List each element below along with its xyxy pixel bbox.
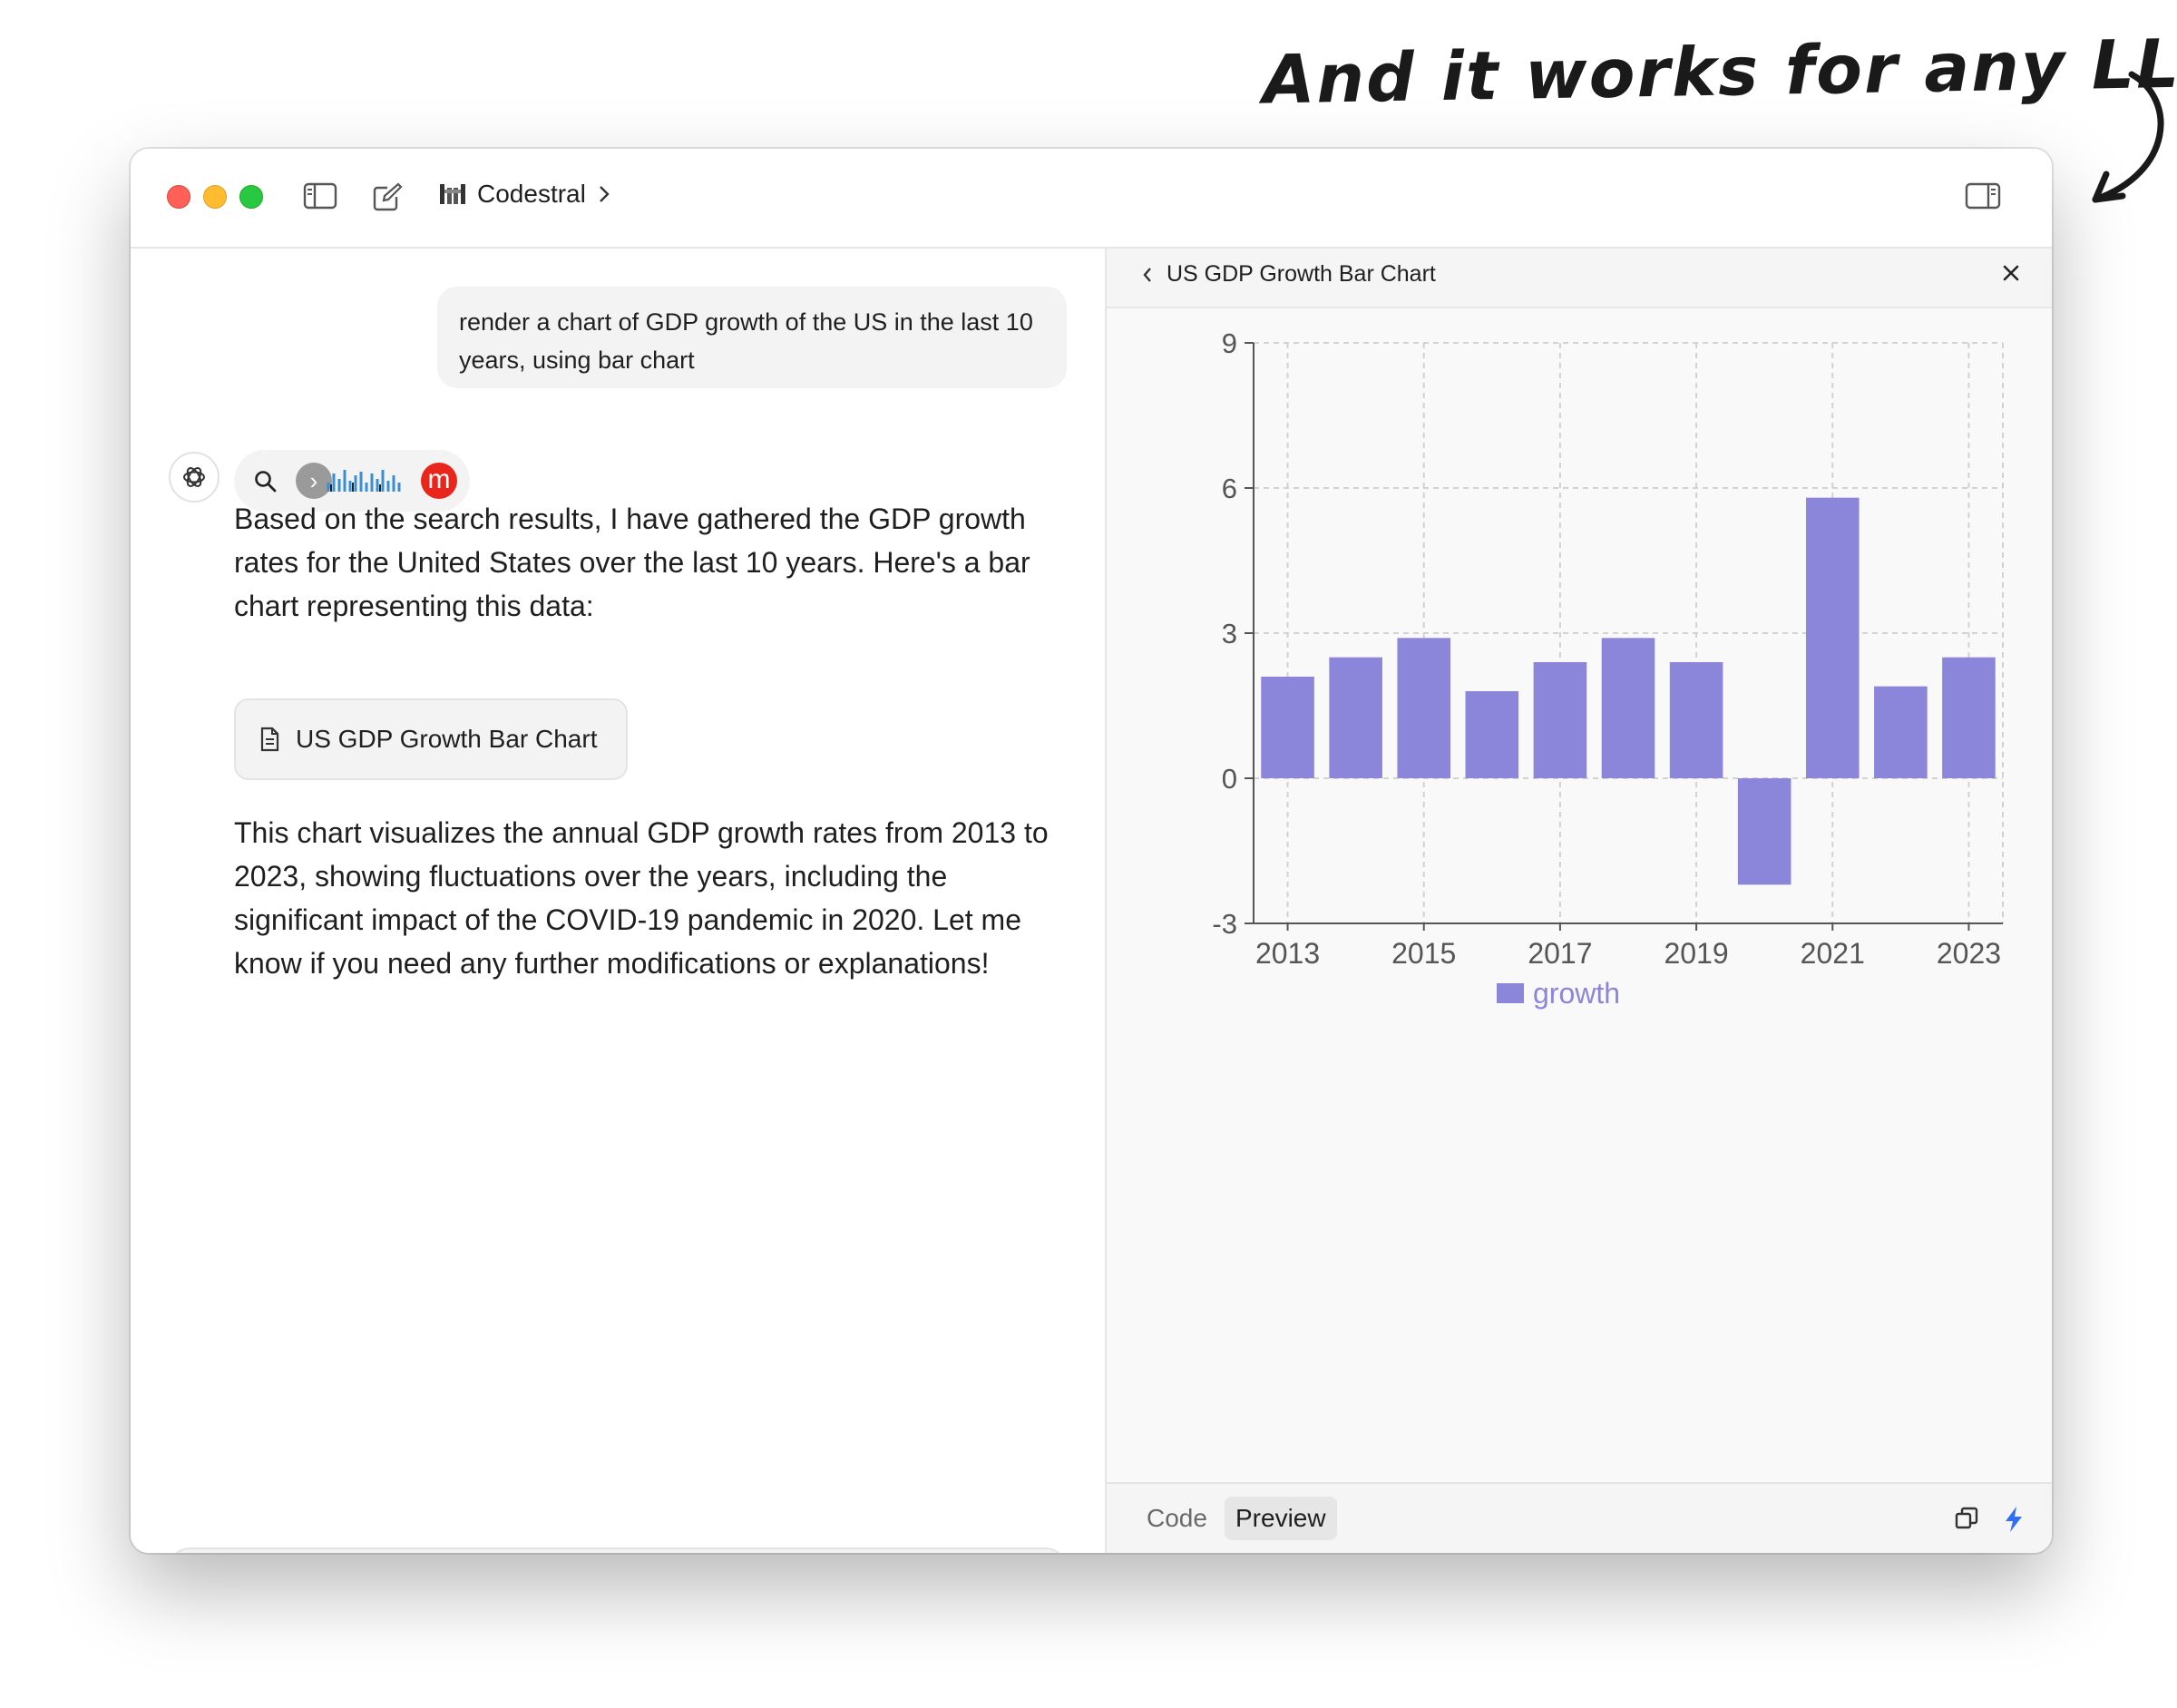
preview-back[interactable]: US GDP Growth Bar Chart (1141, 261, 1436, 288)
model-icon (440, 184, 465, 204)
model-name: Codestral (477, 180, 586, 208)
model-selector[interactable]: Codestral (439, 180, 611, 209)
x-tick-label: 2017 (1528, 937, 1592, 970)
bar-2020 (1737, 778, 1791, 885)
new-chat-icon[interactable] (372, 181, 403, 212)
preview-pane: US GDP Growth Bar Chart -3 0 3 6 9 2013 2015 20… (1107, 249, 2052, 1553)
y-tick-label: 3 (1222, 618, 1237, 649)
legend-label: growth (1533, 977, 1620, 1010)
tab-code[interactable]: Code (1136, 1497, 1218, 1540)
search-icon (255, 471, 277, 493)
source-favicon-icon (327, 470, 401, 492)
bar-2022 (1874, 686, 1928, 778)
y-tick-label: 9 (1222, 327, 1237, 359)
right-panel-toggle-icon[interactable] (1965, 181, 2001, 210)
bar-2021 (1805, 497, 1860, 778)
bar-2023 (1942, 657, 1996, 778)
source-badge: m (421, 463, 457, 499)
window-zoom-button[interactable] (239, 185, 263, 209)
assistant-logo-icon (183, 467, 205, 487)
bar-2016 (1465, 691, 1519, 778)
chevron-right-icon (599, 186, 610, 202)
artifact-card[interactable]: US GDP Growth Bar Chart (234, 698, 628, 780)
gdp-bar-chart: -3 0 3 6 9 2013 2015 2017 2019 2021 2023 growth (1212, 327, 2004, 1010)
titlebar: Codestral (131, 149, 2052, 249)
preview-header: US GDP Growth Bar Chart (1107, 249, 2052, 308)
user-message: render a chart of GDP growth of the US i… (437, 287, 1067, 388)
document-icon (260, 727, 279, 752)
x-tick-label: 2021 (1801, 937, 1865, 970)
bar-2015 (1397, 638, 1451, 778)
assistant-outro-text: This chart visualizes the annual GDP gro… (234, 816, 1049, 980)
preview-footer: Code Preview (1107, 1482, 2052, 1553)
bar-2014 (1329, 657, 1382, 778)
copy-icon[interactable] (1954, 1506, 1979, 1531)
message-composer (167, 1547, 1069, 1553)
annotation-text: And it works for any LLM (1262, 24, 2177, 120)
chat-pane: render a chart of GDP growth of the US i… (131, 249, 1105, 1553)
close-icon[interactable] (2001, 263, 2021, 283)
back-icon (1143, 267, 1151, 282)
x-tick-label: 2019 (1664, 937, 1728, 970)
bar-2013 (1261, 677, 1314, 778)
tab-preview[interactable]: Preview (1225, 1497, 1337, 1540)
artifact-label: US GDP Growth Bar Chart (296, 725, 598, 753)
x-tick-label: 2013 (1255, 937, 1320, 970)
window-close-button[interactable] (167, 185, 190, 209)
app-window: Codestral render a chart of GDP growth o… (131, 149, 2052, 1553)
assistant-intro-text: Based on the search results, I have gath… (234, 503, 1030, 622)
y-tick-label: -3 (1212, 908, 1237, 940)
assistant-avatar (169, 452, 220, 503)
x-tick-label: 2023 (1937, 937, 2001, 970)
legend-swatch (1497, 983, 1524, 1003)
bar-2018 (1601, 638, 1655, 778)
y-tick-label: 0 (1222, 763, 1237, 795)
lightning-icon[interactable] (2003, 1506, 2025, 1533)
curved-arrow-icon (2092, 71, 2164, 203)
bar-2019 (1669, 662, 1723, 778)
preview-title: US GDP Growth Bar Chart (1167, 261, 1436, 287)
x-tick-label: 2015 (1391, 937, 1456, 970)
bar-2017 (1533, 662, 1587, 778)
sidebar-toggle-icon[interactable] (303, 181, 337, 210)
y-tick-label: 6 (1222, 473, 1237, 504)
window-minimize-button[interactable] (203, 185, 227, 209)
